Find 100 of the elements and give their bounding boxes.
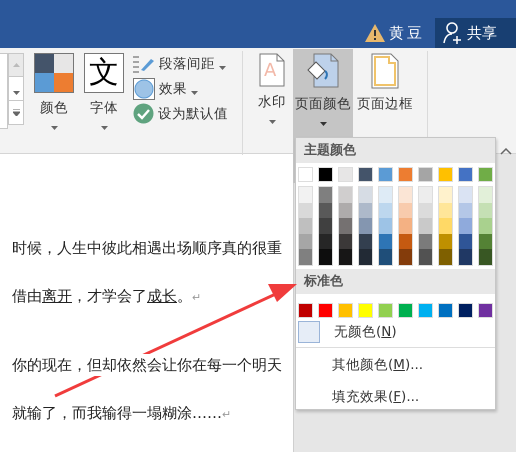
empty-swatch-icon <box>298 321 320 344</box>
color-swatch[interactable] <box>398 302 413 318</box>
color-swatch[interactable] <box>338 302 353 318</box>
color-swatch[interactable] <box>418 302 433 318</box>
color-swatch[interactable] <box>359 187 372 203</box>
color-swatch[interactable] <box>378 167 393 182</box>
menu-item[interactable]: 其他颜色(M)... <box>296 350 424 380</box>
color-swatch[interactable] <box>439 249 452 265</box>
color-swatch[interactable] <box>298 302 313 318</box>
color-swatch[interactable] <box>299 234 312 250</box>
more-button[interactable] <box>8 101 24 125</box>
checkmark-icon <box>133 103 154 124</box>
more-icon <box>12 109 20 116</box>
color-swatch[interactable] <box>399 234 412 250</box>
caret-icon <box>320 122 326 126</box>
color-swatch[interactable] <box>358 167 373 182</box>
color-swatch[interactable] <box>379 218 392 234</box>
color-swatch[interactable] <box>319 202 332 218</box>
color-swatch[interactable] <box>459 234 472 250</box>
color-swatch[interactable] <box>459 218 472 234</box>
color-swatch[interactable] <box>319 187 332 203</box>
watermark-button[interactable]: A 水印 <box>253 51 291 135</box>
color-swatch[interactable] <box>399 218 412 234</box>
color-swatch[interactable] <box>319 218 332 234</box>
user-name[interactable]: 黄豆 <box>389 24 425 42</box>
color-swatch[interactable] <box>339 187 352 203</box>
caret-icon <box>100 126 108 130</box>
color-swatch[interactable] <box>419 234 432 250</box>
color-swatch[interactable] <box>399 202 412 218</box>
no-color-item[interactable]: 无颜色(N) <box>296 318 495 348</box>
color-swatch[interactable] <box>399 187 412 203</box>
color-swatch[interactable] <box>439 234 452 250</box>
color-swatch[interactable] <box>479 187 492 203</box>
scroll-down-button[interactable] <box>8 77 24 101</box>
caret-icon <box>50 126 58 130</box>
color-swatch[interactable] <box>359 202 372 218</box>
color-swatch[interactable] <box>339 249 352 265</box>
color-swatch[interactable] <box>359 249 372 265</box>
color-swatch[interactable] <box>379 234 392 250</box>
fonts-button[interactable]: 文 字体 <box>83 51 125 135</box>
color-swatch[interactable] <box>399 249 412 265</box>
color-swatch[interactable] <box>359 234 372 250</box>
color-swatch[interactable] <box>379 202 392 218</box>
caret-up-icon <box>12 63 20 67</box>
color-swatch[interactable] <box>299 187 312 203</box>
color-swatch[interactable] <box>299 202 312 218</box>
color-swatch[interactable] <box>339 202 352 218</box>
color-swatch[interactable] <box>459 187 472 203</box>
color-swatch[interactable] <box>299 249 312 265</box>
color-swatch[interactable] <box>339 234 352 250</box>
color-swatch[interactable] <box>478 167 493 182</box>
spacing-button[interactable]: 段落间距 <box>133 51 228 76</box>
watermark-icon: A <box>259 53 285 87</box>
color-swatch[interactable] <box>458 167 473 182</box>
color-swatch[interactable] <box>378 302 393 318</box>
caret-icon <box>191 91 198 95</box>
color-swatch[interactable] <box>359 218 372 234</box>
color-swatch[interactable] <box>439 202 452 218</box>
color-swatch[interactable] <box>358 302 373 318</box>
color-swatch[interactable] <box>419 218 432 234</box>
color-swatch[interactable] <box>459 202 472 218</box>
page-border-icon <box>371 53 399 89</box>
section-header: 主题颜色 <box>296 138 495 163</box>
color-swatch[interactable] <box>458 302 473 318</box>
color-swatch[interactable] <box>439 218 452 234</box>
color-swatch[interactable] <box>419 202 432 218</box>
color-swatch[interactable] <box>478 302 493 318</box>
color-swatch[interactable] <box>438 302 453 318</box>
color-swatch[interactable] <box>379 187 392 203</box>
caret-icon <box>12 91 20 95</box>
color-swatch[interactable] <box>298 167 313 182</box>
color-swatch[interactable] <box>419 187 432 203</box>
page-border-button[interactable]: 页面边框 <box>355 51 415 135</box>
color-swatch[interactable] <box>479 218 492 234</box>
share-button[interactable]: 共享 <box>435 18 516 48</box>
caret-icon <box>268 120 276 124</box>
theme-colors-button[interactable]: 颜色 <box>33 51 75 135</box>
color-swatch[interactable] <box>319 249 332 265</box>
add-person-icon <box>443 22 463 44</box>
menu-item[interactable]: 填充效果(F)... <box>296 382 420 412</box>
color-swatch[interactable] <box>318 167 333 182</box>
default-button[interactable]: 设为默认值 <box>133 101 228 126</box>
color-swatch[interactable] <box>419 249 432 265</box>
color-swatch[interactable] <box>339 218 352 234</box>
effects-circle-icon <box>133 78 155 100</box>
color-swatch[interactable] <box>479 234 492 250</box>
color-swatch[interactable] <box>438 167 453 182</box>
color-swatch[interactable] <box>379 249 392 265</box>
color-swatch[interactable] <box>418 167 433 182</box>
collapse-icon[interactable] <box>500 148 512 155</box>
color-swatch[interactable] <box>479 249 492 265</box>
effects-button[interactable]: 效果 <box>133 76 228 101</box>
color-swatch[interactable] <box>398 167 413 182</box>
color-swatch[interactable] <box>439 187 452 203</box>
color-swatch[interactable] <box>299 218 312 234</box>
color-swatch[interactable] <box>479 202 492 218</box>
color-swatch[interactable] <box>459 249 472 265</box>
color-swatch[interactable] <box>338 167 353 182</box>
color-swatch[interactable] <box>318 302 333 318</box>
color-swatch[interactable] <box>319 234 332 250</box>
